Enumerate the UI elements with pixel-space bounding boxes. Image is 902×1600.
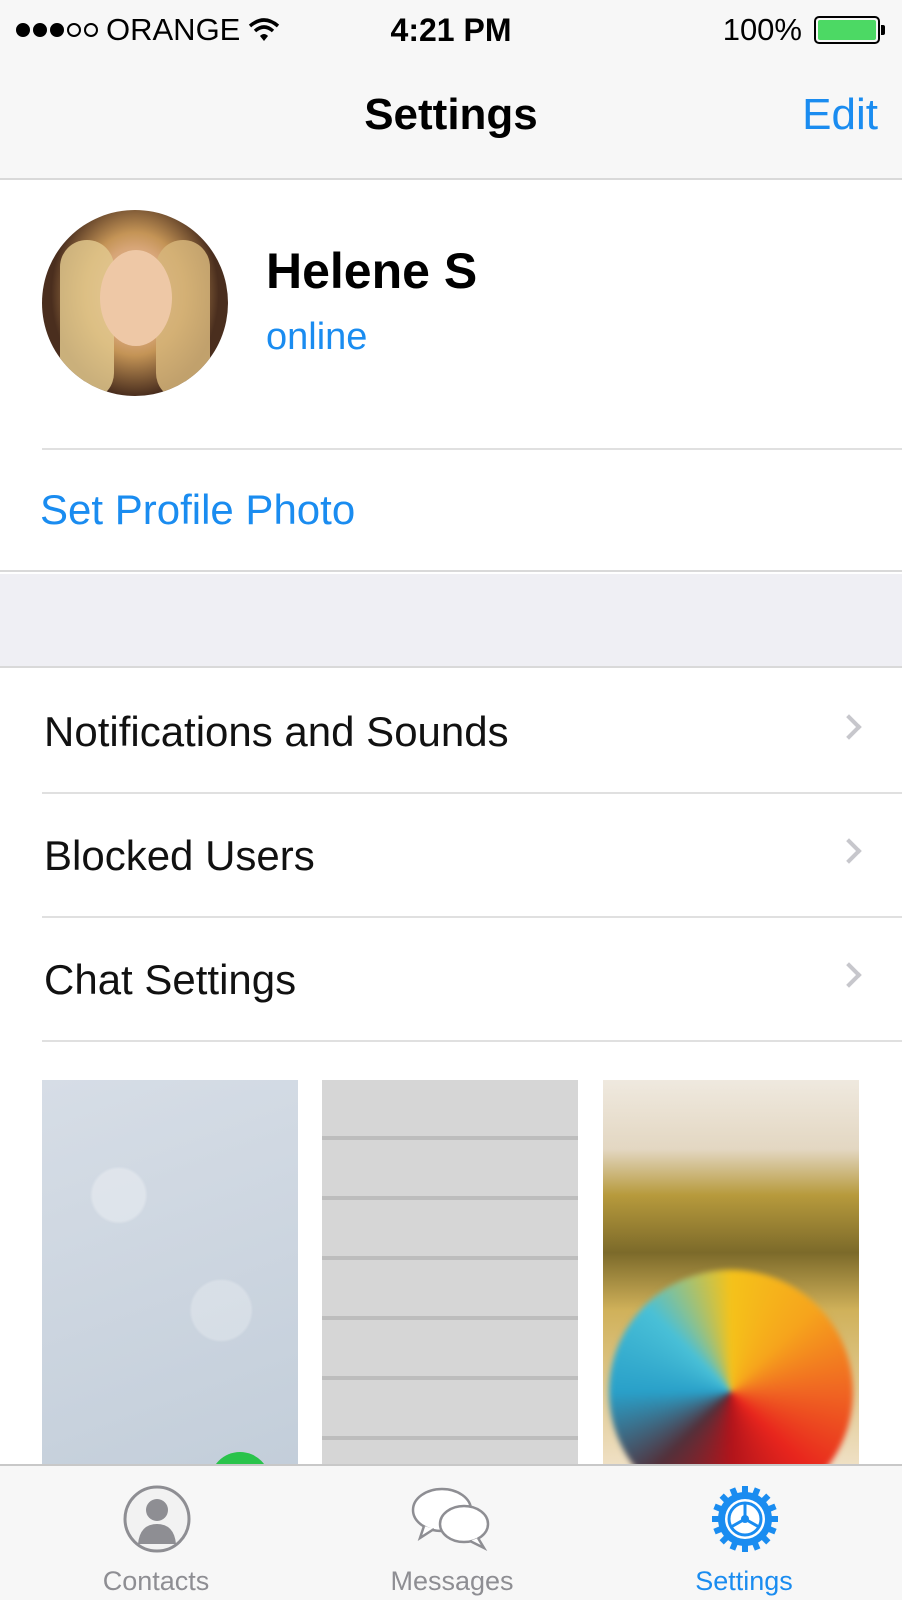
navigation-bar: Settings Edit [0, 60, 902, 180]
tab-settings[interactable]: Settings [594, 1466, 894, 1600]
settings-list: Notifications and Sounds Blocked Users C… [0, 670, 902, 1042]
set-profile-photo-label: Set Profile Photo [40, 486, 356, 533]
tab-label: Contacts [102, 1566, 210, 1596]
chevron-right-icon [836, 962, 862, 988]
settings-gear-icon [710, 1484, 780, 1554]
section-spacer [0, 574, 902, 668]
set-profile-photo-button[interactable]: Set Profile Photo [0, 450, 902, 572]
wallpaper-thumbnail-blue[interactable] [42, 1080, 298, 1464]
battery-icon [814, 16, 885, 44]
tab-contacts[interactable]: Contacts [6, 1466, 306, 1600]
list-item-blocked-users[interactable]: Blocked Users [0, 794, 902, 918]
list-item-chat-settings[interactable]: Chat Settings [0, 918, 902, 1042]
profile-header: Helene S online [0, 182, 902, 450]
contacts-icon [123, 1485, 191, 1553]
list-item-label: Chat Settings [44, 956, 297, 1003]
profile-status: online [266, 316, 368, 358]
list-item-notifications-and-sounds[interactable]: Notifications and Sounds [0, 670, 902, 794]
status-right: 100% [722, 8, 885, 52]
chevron-right-icon [836, 838, 862, 864]
messages-icon [411, 1487, 490, 1552]
avatar[interactable] [42, 210, 228, 396]
battery-percent: 100% [722, 12, 802, 47]
chevron-right-icon [836, 714, 862, 740]
umbrella-image [609, 1270, 853, 1464]
tab-bar: Contacts Messages Settings [0, 1464, 902, 1600]
wallpaper-gallery [0, 1042, 902, 1464]
tab-label: Messages [390, 1566, 514, 1596]
list-item-label: Blocked Users [44, 832, 315, 879]
tab-label: Settings [695, 1566, 793, 1596]
wallpaper-thumbnail-wood[interactable] [322, 1080, 578, 1464]
list-item-label: Notifications and Sounds [44, 708, 509, 755]
battery-fill [818, 20, 876, 40]
wallpaper-thumbnail-umbrella[interactable] [603, 1080, 859, 1464]
tab-messages[interactable]: Messages [302, 1466, 602, 1600]
page-title: Settings [364, 90, 538, 139]
edit-button[interactable]: Edit [802, 90, 878, 140]
status-bar: ORANGE 4:21 PM 100% [0, 0, 902, 60]
profile-name: Helene S [266, 243, 478, 299]
